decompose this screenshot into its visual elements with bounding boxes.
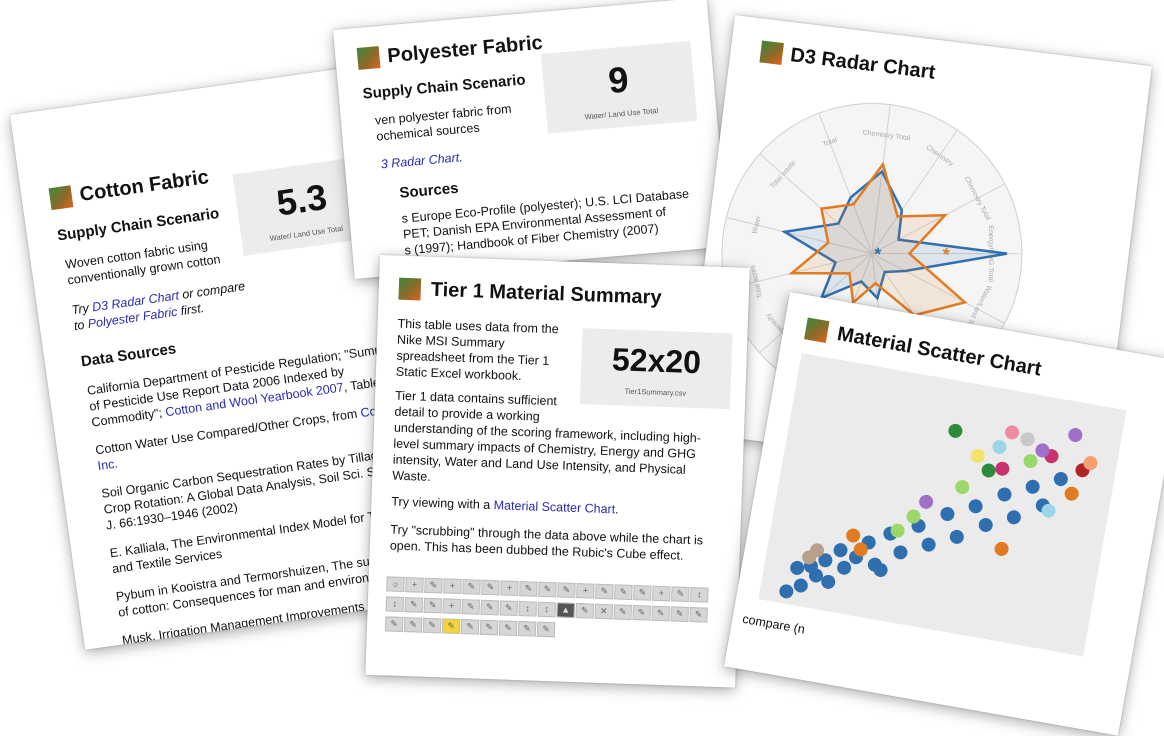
try-prefix: Try viewing with a	[391, 494, 494, 513]
grid-cell-icon[interactable]: ✎	[633, 585, 652, 601]
description: ven polyester fabric from ochemical sour…	[374, 101, 513, 145]
grid-cell-icon[interactable]: +	[443, 578, 462, 595]
grid-cell-icon[interactable]: ✎	[519, 581, 538, 597]
grid-cell-icon[interactable]: ✎	[499, 600, 519, 617]
stat-caption: Water/ Land Use Total	[584, 105, 659, 122]
grid-cell-icon[interactable]: ✎	[595, 583, 614, 600]
card-title: Cotton Fabric	[78, 166, 211, 206]
grid-cell-icon[interactable]: ✎	[481, 579, 500, 596]
app-logo-icon	[398, 277, 422, 301]
grid-cell-icon[interactable]: +	[576, 583, 595, 599]
app-logo-icon	[48, 185, 74, 211]
grid-cell-icon[interactable]: ✎	[651, 605, 670, 622]
grid-cell-icon[interactable]: ✎	[613, 604, 632, 620]
try-suffix: .	[614, 502, 619, 517]
grid-cell-icon[interactable]: ✎	[422, 617, 442, 634]
grid-cell-icon[interactable]: +	[405, 577, 424, 593]
material-scatter-link[interactable]: Material Scatter Chart	[493, 498, 615, 516]
grid-cell-icon[interactable]: ✎	[460, 619, 480, 635]
grid-cell-icon[interactable]: ✎	[403, 617, 423, 633]
grid-cell-icon[interactable]: ✎	[670, 606, 689, 622]
card-subtitle: Supply Chain Scenario	[361, 71, 527, 103]
grid-cell-icon[interactable]: ↕	[385, 596, 405, 613]
card-title: Tier 1 Material Summary	[430, 278, 662, 309]
try-prefix: Try	[70, 300, 94, 318]
grid-cell-icon[interactable]: +	[442, 598, 462, 615]
d3-radar-link[interactable]: 3 Radar Chart.	[380, 149, 463, 172]
grid-cell-icon[interactable]: ✎	[480, 599, 500, 616]
grid-cell-icon[interactable]: ✎	[479, 619, 499, 636]
grid-cell-icon[interactable]: ✎	[462, 579, 481, 595]
grid-cell-icon[interactable]: ✎	[423, 597, 443, 614]
data-table-grid[interactable]: ☼ + ✎ + ✎ ✎ + ✎ ✎ ✎ + ✎ ✎ ✎ + ✎ ↕↕ ✎ ✎ + ✎ ✎ ✎ ↕ ↕ ▲ ✎ ✕ ✎ ✎ ✎ ✎ ✎✎ ✎ ✎ ✎ ✎ ✎…	[384, 573, 712, 644]
description: Tier 1 data contains sufficient detail t…	[392, 388, 702, 495]
grid-cell-icon[interactable]: ✎	[538, 581, 557, 598]
grid-cell-icon[interactable]: ↕	[518, 601, 537, 617]
grid-cell-icon[interactable]: ✎	[671, 586, 690, 602]
grid-cell-icon[interactable]: ☼	[386, 576, 405, 593]
polyester-fabric-card[interactable]: Polyester Fabric Supply Chain Scenario 9…	[333, 0, 729, 280]
grid-cell-icon[interactable]: ✎	[614, 584, 633, 601]
cotton-inc-link-cont[interactable]: Inc.	[97, 456, 119, 473]
try-line: Try D3 Radar Chart or compare to Polyest…	[71, 277, 254, 334]
grid-cell-icon[interactable]: ↕	[690, 587, 709, 603]
grid-cell-icon[interactable]: ✎	[461, 599, 481, 615]
card-title: Polyester Fabric	[386, 31, 544, 68]
grid-cell-icon[interactable]: ✕	[594, 603, 613, 620]
grid-cell-icon[interactable]: ✎	[404, 597, 424, 613]
try-suffix: first.	[176, 300, 206, 319]
grid-cell-icon[interactable]: ✎	[517, 621, 537, 637]
grid-cell-icon[interactable]: +	[652, 585, 671, 602]
stat-value: 9	[606, 58, 631, 102]
grid-cell-icon[interactable]: ✎	[575, 603, 594, 619]
footer-text: compare (n	[741, 611, 807, 637]
grid-cell-icon[interactable]: ✎	[632, 605, 651, 621]
stat-value: 52x20	[611, 341, 702, 381]
grid-cell-icon[interactable]: ✎	[441, 618, 461, 635]
app-logo-icon	[804, 317, 830, 343]
stat-box: 9 Water/ Land Use Total	[540, 40, 698, 134]
data-sources-heading: Sources	[398, 179, 460, 202]
grid-cell-icon[interactable]: ↕	[537, 601, 556, 618]
plot-background	[758, 352, 1127, 657]
grid-cell-icon[interactable]: ✎	[536, 621, 556, 638]
description: Woven cotton fabric using conventionally…	[64, 237, 222, 288]
app-logo-icon	[356, 46, 381, 70]
grid-cell-icon[interactable]: +	[500, 580, 519, 597]
intro-text: This table uses data from the Nike MSI S…	[396, 316, 559, 386]
grid-cell-icon[interactable]: ✎	[689, 607, 708, 623]
grid-cell-icon[interactable]: ✎	[498, 620, 518, 637]
scrub-hint: Try "scrubbing" through the data above w…	[390, 522, 704, 565]
grid-cell-icon[interactable]: ✎	[557, 582, 576, 599]
grid-cell-icon[interactable]: ▲	[556, 602, 575, 619]
grid-cell-icon[interactable]: ✎	[384, 616, 404, 633]
grid-cell-icon[interactable]: ✎	[424, 577, 443, 594]
material-scatter-chart-card[interactable]: Material Scatter Chart compare (n	[724, 292, 1164, 736]
scatter-chart[interactable]	[758, 352, 1127, 657]
data-sources-heading: Data Sources	[79, 340, 178, 371]
tier1-summary-card[interactable]: Tier 1 Material Summary This table uses …	[365, 255, 750, 688]
try-line: Try viewing with a Material Scatter Char…	[391, 494, 619, 518]
